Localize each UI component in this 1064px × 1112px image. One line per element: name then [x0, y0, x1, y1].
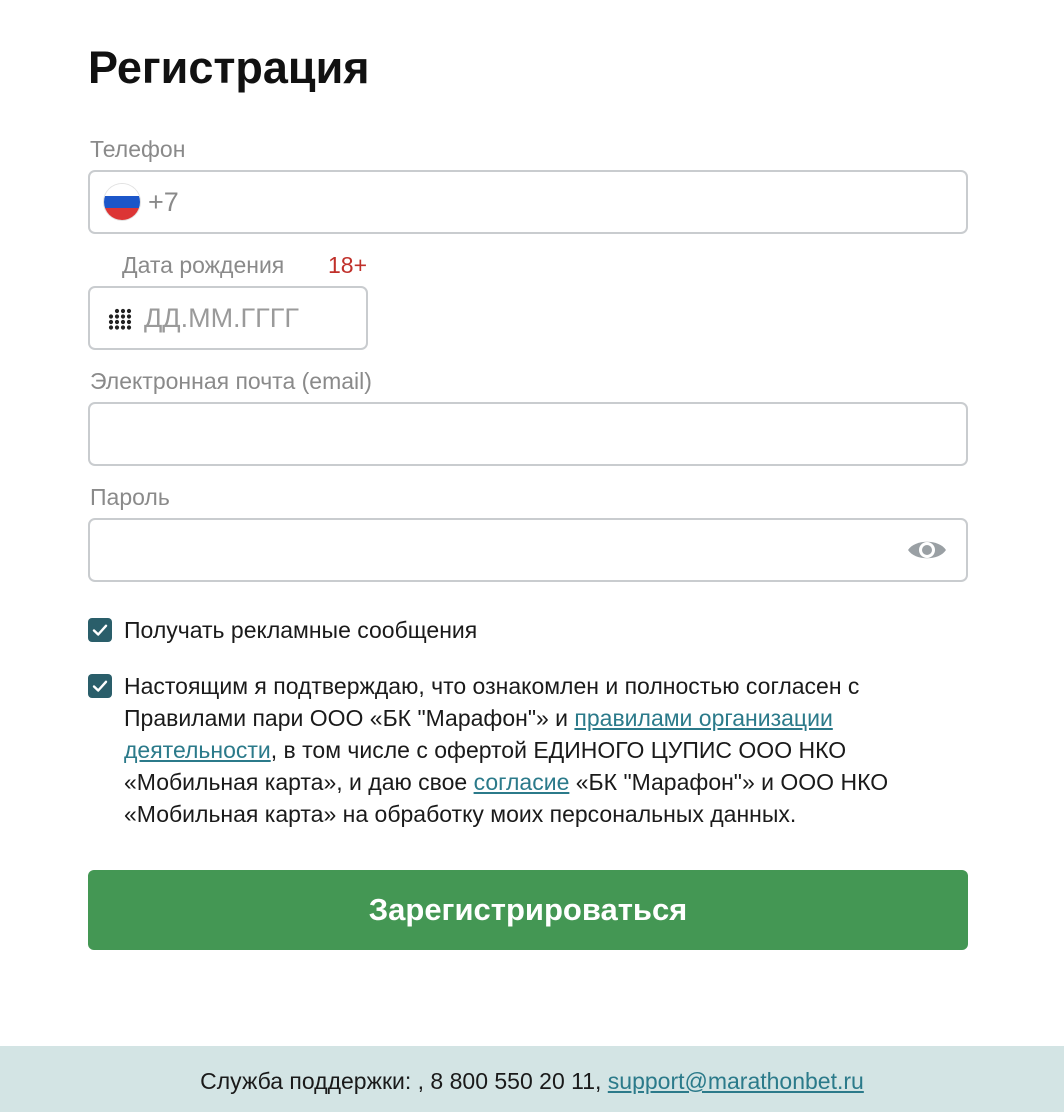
email-label: Электронная почта (email) — [90, 368, 372, 394]
registration-page: Регистрация Телефон +7 Дата рождения 18+… — [0, 0, 1064, 1112]
support-line: Служба поддержки: , 8 800 550 20 11, sup… — [0, 1066, 1064, 1096]
russia-flag-icon[interactable] — [104, 184, 140, 220]
password-field[interactable] — [88, 518, 968, 582]
support-footer: Служба поддержки: , 8 800 550 20 11, sup… — [0, 1046, 1064, 1112]
checkmark-icon — [92, 680, 108, 692]
birth-date-field[interactable]: ДД.ММ.ГГГГ — [88, 286, 368, 350]
support-text: Служба поддержки: , 8 800 550 20 11, — [200, 1068, 608, 1094]
email-field[interactable] — [88, 402, 968, 466]
checkmark-icon — [92, 624, 108, 636]
register-button[interactable]: Зарегистрироваться — [88, 870, 968, 950]
promo-checkbox[interactable] — [88, 618, 112, 642]
eye-icon[interactable] — [906, 536, 948, 564]
password-label: Пароль — [90, 484, 170, 510]
phone-field[interactable]: +7 — [88, 170, 968, 234]
promo-checkbox-label[interactable]: Получать рекламные сообщения — [124, 614, 477, 646]
phone-label: Телефон — [90, 136, 186, 162]
birth-date-placeholder: ДД.ММ.ГГГГ — [144, 303, 300, 333]
consent-checkbox[interactable] — [88, 674, 112, 698]
phone-prefix: +7 — [148, 187, 179, 217]
age-restriction-badge: 18+ — [328, 252, 368, 278]
page-title: Регистрация — [88, 42, 370, 93]
support-email-link[interactable]: support@marathonbet.ru — [608, 1068, 864, 1094]
birth-date-label: Дата рождения — [122, 252, 285, 278]
consent-text: Настоящим я подтверждаю, что ознакомлен … — [124, 670, 944, 830]
keypad-icon — [108, 308, 132, 330]
consent-link[interactable]: согласие — [474, 769, 570, 795]
